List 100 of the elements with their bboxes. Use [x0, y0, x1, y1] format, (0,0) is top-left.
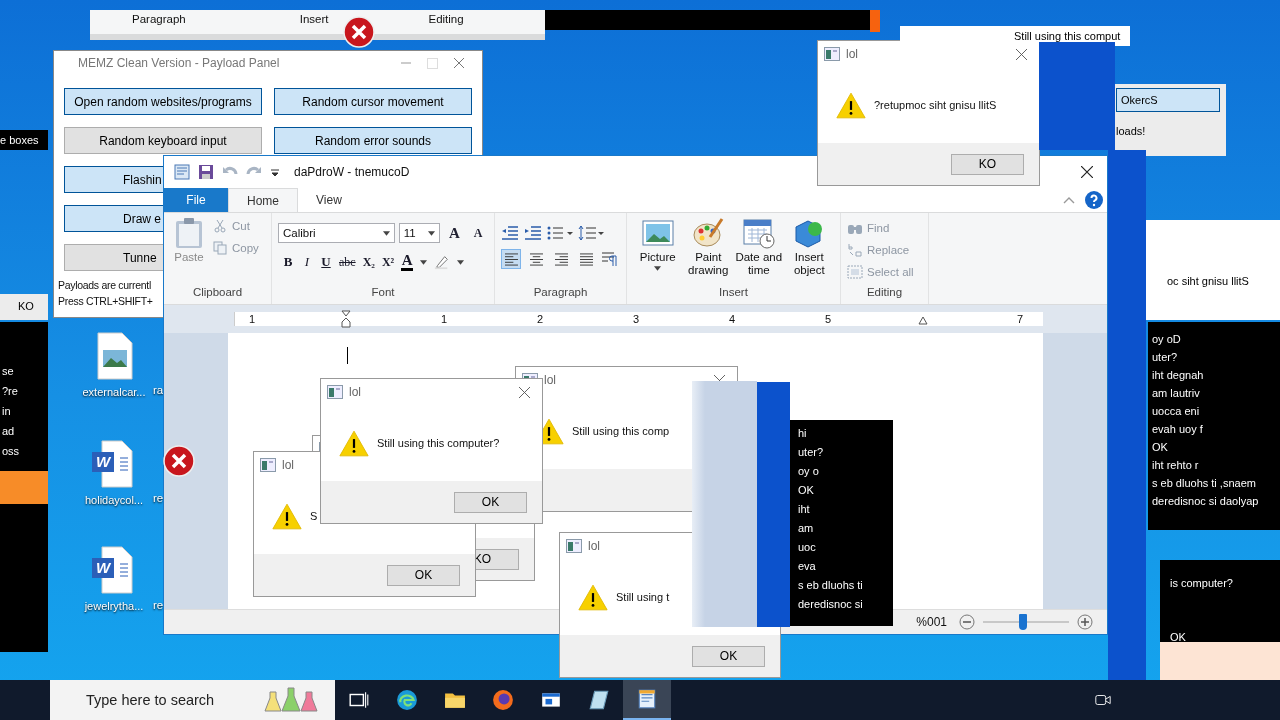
- dropdown-arrow-icon: [382, 230, 390, 236]
- save-icon[interactable]: [198, 164, 214, 180]
- payload-button[interactable]: Draw e: [64, 205, 163, 232]
- zoom-level: %001: [916, 615, 947, 629]
- ribbon-tab[interactable]: File: [164, 188, 228, 212]
- ruler-number: 4: [729, 312, 736, 326]
- clipboard-icon: [175, 217, 203, 249]
- zoom-out-icon[interactable]: [959, 614, 975, 630]
- select-all-icon: [847, 265, 863, 279]
- insert-button[interactable]: Date and time: [734, 217, 784, 286]
- calendar-clock-icon: [742, 217, 775, 249]
- dialog-title: lol: [846, 47, 858, 61]
- payload-button[interactable]: Random cursor movement: [274, 88, 472, 115]
- fragment-text: am lautriv: [1152, 386, 1201, 400]
- fragment-text: iht rehto r: [1152, 458, 1200, 472]
- close-icon[interactable]: [1081, 166, 1093, 178]
- format-button[interactable]: B: [282, 254, 294, 270]
- font-family-field[interactable]: Calibri: [278, 223, 395, 243]
- insert-button[interactable]: Paint drawing: [683, 217, 733, 286]
- window-icon: [566, 539, 582, 553]
- fragment-text: OK: [1152, 440, 1169, 454]
- browser-icon: [396, 689, 418, 711]
- dialog-message: Still using t: [616, 591, 670, 603]
- window-title: MEMZ Clean Version - Payload Panel: [77, 56, 281, 70]
- desktop-icon[interactable]: W holidaycol...: [76, 440, 152, 506]
- line-spacing-icon[interactable]: [578, 225, 604, 241]
- warning-icon: [578, 583, 608, 611]
- payload-button[interactable]: Open random websites/programs: [64, 88, 262, 115]
- insert-button[interactable]: Picture: [633, 217, 683, 286]
- align-icon: [553, 252, 569, 266]
- format-button[interactable]: X²: [381, 254, 395, 270]
- dropdown-arrow-icon[interactable]: [457, 259, 465, 265]
- fragment-text: Insert: [299, 12, 329, 27]
- warning-icon: [339, 429, 369, 457]
- payload-button[interactable]: Flashin: [64, 166, 163, 193]
- font-size-field[interactable]: 11: [398, 223, 441, 243]
- text-cursor: [347, 347, 348, 364]
- notepad-icon: [588, 689, 610, 711]
- copy-icon: [212, 241, 228, 255]
- dialog-button[interactable]: KO: [951, 153, 1024, 175]
- document-badge: W: [92, 452, 114, 472]
- fragment-text: oc siht gnisu llitS: [1167, 274, 1250, 288]
- zoom-in-icon[interactable]: [1077, 614, 1093, 630]
- paragraph-icon[interactable]: [601, 251, 619, 267]
- taskbar-app[interactable]: [623, 680, 671, 720]
- bullet-list-icon[interactable]: [547, 225, 573, 241]
- wordpad-icon: [174, 164, 190, 180]
- dialog-button[interactable]: OK: [454, 491, 527, 513]
- fragment-text: s eb dluohs ti: [798, 578, 864, 592]
- payload-button[interactable]: Tunne: [64, 244, 163, 271]
- fragment-text: hi: [798, 426, 808, 440]
- search-field[interactable]: Type here to search: [50, 680, 335, 720]
- indent-marker[interactable]: [918, 316, 928, 325]
- status-text: Payloads are currentl: [58, 278, 152, 293]
- fragment-text: OK: [1170, 630, 1187, 642]
- group-label: Insert: [718, 286, 749, 300]
- group-label: Font: [370, 286, 396, 300]
- ribbon-tab[interactable]: View: [298, 188, 360, 212]
- desktop-icon[interactable]: W jewelrytha...: [76, 546, 152, 612]
- document-badge: W: [92, 558, 114, 578]
- wordpad-icon: [636, 688, 658, 710]
- dropdown-icon[interactable]: [270, 167, 280, 177]
- scissors-icon: [212, 219, 228, 233]
- group-label: Editing: [865, 286, 904, 300]
- group-label: Clipboard: [191, 286, 244, 300]
- help-icon[interactable]: [1085, 191, 1103, 209]
- desktop-icon-label: ra: [153, 384, 164, 396]
- fragment-text: loads!: [1116, 124, 1147, 138]
- payload-button[interactable]: Random keyboard input: [64, 127, 262, 154]
- dropdown-arrow-icon[interactable]: [420, 259, 428, 265]
- indent-marker[interactable]: [341, 310, 351, 328]
- highlighter-icon[interactable]: [434, 254, 451, 270]
- fragment-text: e boxes: [0, 133, 40, 147]
- fragment-text: in: [2, 404, 12, 418]
- decrease-indent-icon[interactable]: [501, 225, 519, 241]
- fragment-text: ?re: [2, 384, 19, 398]
- dialog-button[interactable]: OK: [387, 564, 460, 586]
- format-button[interactable]: I: [301, 254, 313, 270]
- dialog-button[interactable]: OK: [692, 645, 765, 667]
- shrink-font-button[interactable]: A: [468, 225, 488, 241]
- format-button[interactable]: U: [320, 254, 332, 270]
- ruler-number: 1: [249, 312, 256, 326]
- payload-button[interactable]: Random error sounds: [274, 127, 472, 154]
- format-button[interactable]: abc: [339, 254, 356, 270]
- dialog-title: lol: [282, 458, 294, 472]
- desktop-icon-label: jewelrytha...: [84, 600, 144, 612]
- font-color-button[interactable]: A: [401, 253, 414, 271]
- collapse-ribbon-icon[interactable]: [1063, 196, 1075, 204]
- align-button[interactable]: [501, 249, 521, 269]
- format-button[interactable]: X₂: [362, 254, 375, 270]
- grow-font-button[interactable]: A: [444, 224, 465, 242]
- dialog-message: Still using this computer?: [377, 437, 500, 449]
- window-icon: [824, 47, 840, 61]
- slider-thumb[interactable]: [1019, 614, 1028, 630]
- insert-button[interactable]: Insert object: [784, 217, 834, 286]
- increase-indent-icon[interactable]: [524, 225, 542, 241]
- fragment-text: se: [2, 364, 15, 378]
- fragment-text: is computer?: [1170, 576, 1234, 590]
- ribbon-tab[interactable]: Home: [228, 188, 298, 212]
- ruler-number: 2: [537, 312, 544, 326]
